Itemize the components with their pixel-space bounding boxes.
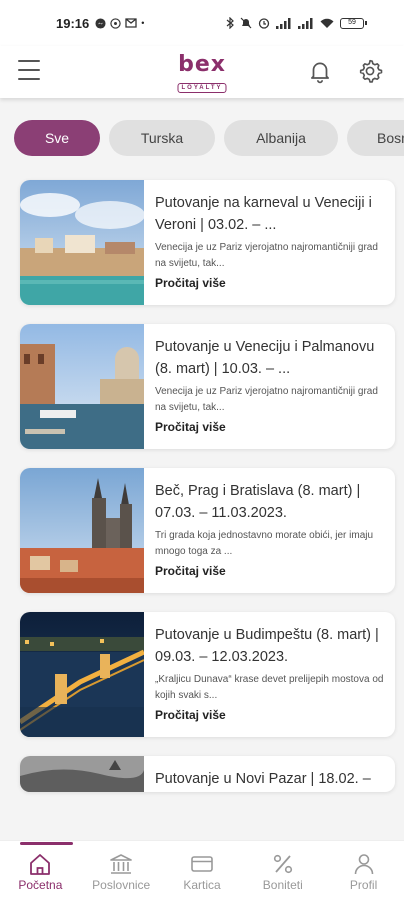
logo-subtext: LOYALTY <box>177 83 227 93</box>
trip-card[interactable]: Putovanje u Budimpeštu (8. mart) | 09.03… <box>20 612 395 737</box>
messenger-icon <box>95 17 106 29</box>
venice-grand-canal-photo <box>20 324 144 449</box>
status-bar: 19:16 • 59 <box>0 0 404 46</box>
card-title: Putovanje u Veneciju i Palmanovu (8. mar… <box>155 339 375 377</box>
user-icon <box>354 854 373 875</box>
card-title: Putovanje na karneval u Veneciji i Veron… <box>155 195 372 233</box>
app-screen: 19:16 • 59 bex LOYALTY Sve Turska Albani… <box>0 0 404 900</box>
budapest-bridge-photo <box>20 612 144 737</box>
app-header: bex LOYALTY <box>0 46 404 98</box>
chip-sve[interactable]: Sve <box>14 120 100 156</box>
nav-label: Profil <box>349 878 378 892</box>
chip-turska[interactable]: Turska <box>109 120 215 156</box>
dot-icon: • <box>141 18 145 28</box>
bank-icon <box>110 854 132 874</box>
signal-icon <box>298 17 313 29</box>
nav-label: Kartica <box>183 878 221 892</box>
nav-label: Boniteti <box>262 878 303 892</box>
read-more-link[interactable]: Pročitaj više <box>155 564 385 578</box>
gear-icon[interactable] <box>357 58 383 84</box>
status-time: 19:16 <box>56 15 90 31</box>
signal-icon <box>276 17 291 29</box>
novi-pazar-photo <box>20 756 144 792</box>
system-icons: 59 <box>226 17 367 29</box>
nav-kartica[interactable]: Kartica <box>162 841 243 900</box>
venice-canal-photo <box>20 180 144 305</box>
alarm-icon <box>258 18 270 29</box>
read-more-link[interactable]: Pročitaj više <box>155 708 385 722</box>
mute-icon <box>240 17 252 29</box>
read-more-link[interactable]: Pročitaj više <box>155 276 385 290</box>
trip-card[interactable]: Putovanje na karneval u Veneciji i Veron… <box>20 180 395 305</box>
nav-boniteti[interactable]: Boniteti <box>242 841 323 900</box>
bell-icon[interactable] <box>307 58 333 84</box>
trip-card[interactable]: Putovanje u Veneciju i Palmanovu (8. mar… <box>20 324 395 449</box>
bluetooth-icon <box>226 17 234 29</box>
wifi-icon <box>320 18 334 28</box>
card-description: Tri grada koja jednostavno morate obići,… <box>155 530 374 557</box>
trip-list: Putovanje na karneval u Veneciji i Veron… <box>20 180 395 811</box>
battery-icon: 59 <box>340 17 367 29</box>
chip-bosna[interactable]: Bosn <box>347 120 404 156</box>
nav-label: Poslovnice <box>92 878 151 892</box>
card-description: Venecija je uz Pariz vjerojatno najroman… <box>155 386 378 413</box>
nav-pocetna[interactable]: Početna <box>0 841 81 900</box>
card-title: Putovanje u Novi Pazar | 18.02. – <box>155 771 371 787</box>
bottom-navigation: Početna Poslovnice Kartica Boniteti Prof… <box>0 840 404 900</box>
prague-church-photo <box>20 468 144 593</box>
card-description: Venecija je uz Pariz vjerojatno najroman… <box>155 242 378 269</box>
logo-text: bex <box>178 52 226 77</box>
trip-card[interactable]: Beč, Prag i Bratislava (8. mart) | 07.03… <box>20 468 395 593</box>
home-icon <box>30 854 51 875</box>
percent-icon <box>273 854 292 874</box>
nav-label: Početna <box>18 878 63 892</box>
whatsapp-icon <box>110 17 121 29</box>
gmail-icon <box>125 18 137 28</box>
nav-profil[interactable]: Profil <box>323 841 404 900</box>
notification-icons: • <box>95 17 145 29</box>
trip-card[interactable]: Putovanje u Novi Pazar | 18.02. – <box>20 756 395 792</box>
card-title: Beč, Prag i Bratislava (8. mart) | 07.03… <box>155 483 361 521</box>
card-description: „Kraljicu Dunava“ krase devet prelijepih… <box>155 674 384 701</box>
menu-icon[interactable] <box>18 60 40 80</box>
card-icon <box>191 856 213 872</box>
card-title: Putovanje u Budimpeštu (8. mart) | 09.03… <box>155 627 379 665</box>
category-chips: Sve Turska Albanija Bosn <box>14 120 404 156</box>
nav-poslovnice[interactable]: Poslovnice <box>81 841 162 900</box>
bex-logo: bex LOYALTY <box>177 52 227 94</box>
chip-albanija[interactable]: Albanija <box>224 120 338 156</box>
read-more-link[interactable]: Pročitaj više <box>155 420 385 434</box>
